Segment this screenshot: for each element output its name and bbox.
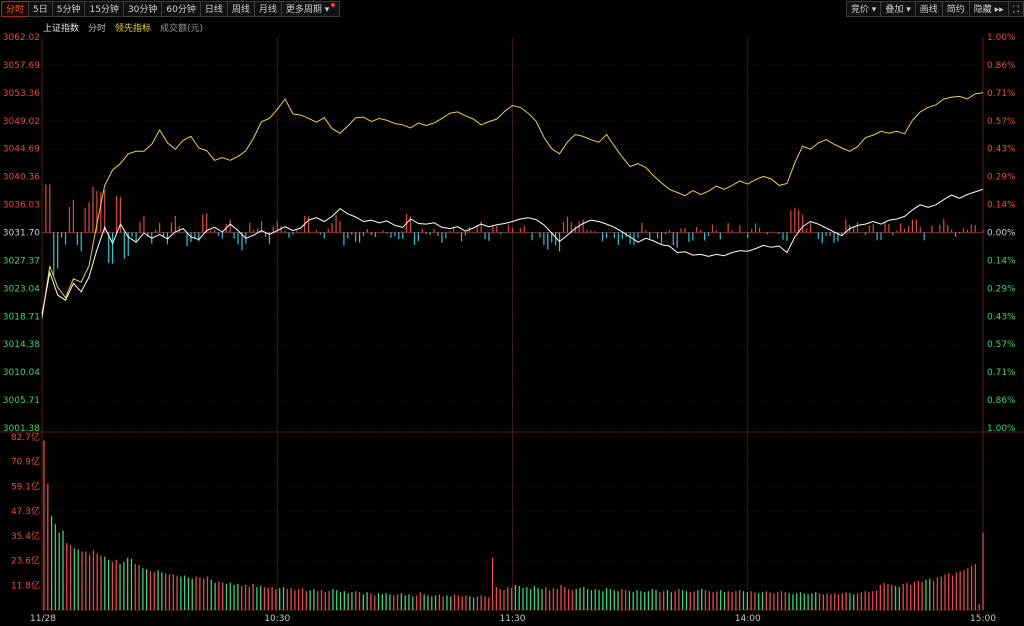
intraday-chart[interactable]: 3062.02 1.00% 3057.69 0.86% 3053.36 0.71% 3049… xyxy=(0,0,1024,626)
axis-labels: 3062.02 1.00% 3057.69 0.86% 3053.36 0.71% 3049… xyxy=(3,33,1016,624)
price-tick-label: 3044.69 xyxy=(3,145,40,155)
volume-tick-label: 23.6亿 xyxy=(11,555,40,567)
percent-tick-label: 0.29% xyxy=(987,173,1016,183)
price-tick-label: 3018.71 xyxy=(3,312,40,322)
percent-tick-label: 0.86% xyxy=(987,61,1016,71)
time-tick-label: 14:00 xyxy=(735,614,761,624)
percent-tick-label: 0.14% xyxy=(987,201,1016,211)
percent-tick-label: 0.43% xyxy=(987,312,1016,322)
price-tick-label: 3062.02 xyxy=(3,33,40,43)
price-histogram xyxy=(45,184,984,276)
volume-tick-label: 82.7亿 xyxy=(11,431,40,443)
time-tick-label: 15:00 xyxy=(970,614,996,624)
price-tick-label: 3010.04 xyxy=(3,368,40,378)
price-tick-label: 3053.36 xyxy=(3,89,40,99)
volume-tick-label: 59.1亿 xyxy=(11,480,40,492)
volume-bars xyxy=(43,440,984,610)
percent-tick-label: 0.57% xyxy=(987,340,1016,350)
volume-tick-label: 70.9亿 xyxy=(11,456,40,468)
price-tick-label: 3057.69 xyxy=(3,61,40,71)
percent-tick-label: 0.14% xyxy=(987,256,1016,266)
price-tick-label: 3040.36 xyxy=(3,173,40,183)
percent-tick-label: 1.00% xyxy=(987,424,1016,434)
price-tick-label: 3005.71 xyxy=(3,396,40,406)
time-tick-label: 10:30 xyxy=(264,614,290,624)
volume-tick-label: 11.8亿 xyxy=(11,579,40,591)
percent-tick-label: 0.29% xyxy=(987,284,1016,294)
percent-tick-label: 0.57% xyxy=(987,117,1016,127)
price-tick-label: 3031.70 xyxy=(3,229,40,239)
volume-tick-label: 35.4亿 xyxy=(11,530,40,542)
price-tick-label: 3036.03 xyxy=(3,201,40,211)
chart-grid xyxy=(0,36,1024,611)
time-tick-label: 11/28 xyxy=(30,614,56,624)
price-tick-label: 3027.37 xyxy=(3,256,40,266)
volume-tick-label: 47.3亿 xyxy=(11,505,40,517)
price-tick-label: 3023.04 xyxy=(3,284,40,294)
price-tick-label: 3014.38 xyxy=(3,340,40,350)
time-tick-label: 11:30 xyxy=(500,614,526,624)
percent-tick-label: 1.00% xyxy=(987,33,1016,43)
price-tick-label: 3049.02 xyxy=(3,117,40,127)
percent-tick-label: 0.00% xyxy=(987,229,1016,239)
percent-tick-label: 0.71% xyxy=(987,89,1016,99)
percent-tick-label: 0.86% xyxy=(987,396,1016,406)
percent-tick-label: 0.43% xyxy=(987,145,1016,155)
percent-tick-label: 0.71% xyxy=(987,368,1016,378)
